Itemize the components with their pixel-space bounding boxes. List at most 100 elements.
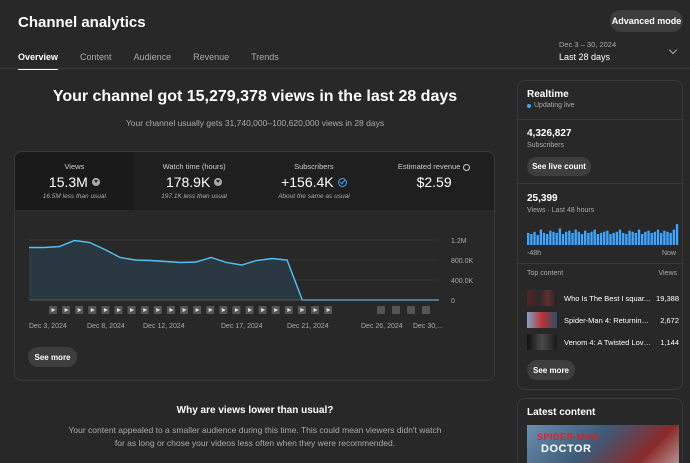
realtime-bar xyxy=(549,230,552,245)
y-tick-label: 1.2M xyxy=(451,238,467,245)
divider xyxy=(518,263,682,264)
realtime-bar xyxy=(656,229,660,245)
top-content-label: Top content xyxy=(527,270,564,277)
date-range-selector[interactable]: Dec 3 – 30, 2024 Last 28 days xyxy=(559,40,616,62)
realtime-views-count: 25,399 xyxy=(527,193,558,204)
realtime-bar xyxy=(593,229,596,245)
metric-subscribers[interactable]: Subscribers +156.4K About the same as us… xyxy=(254,152,375,210)
metric-revenue[interactable]: Estimated revenue $2.59 xyxy=(374,152,494,210)
page-title: Channel analytics xyxy=(18,14,146,31)
latest-video-thumbnail[interactable]: SPIDER-MAN DOCTOR xyxy=(527,425,679,463)
realtime-bar xyxy=(663,230,666,245)
video-title: Venom 4: A Twisted Love... xyxy=(564,338,652,347)
realtime-bar xyxy=(571,232,574,245)
realtime-bar xyxy=(606,230,609,245)
realtime-bar xyxy=(650,232,653,245)
advanced-mode-button[interactable]: Advanced mode xyxy=(610,10,683,32)
tab-divider xyxy=(0,68,690,69)
realtime-title: Realtime xyxy=(527,89,569,100)
top-content-row[interactable]: Who Is The Best I squar... 19,388 xyxy=(527,290,679,306)
short-marker-icon[interactable] xyxy=(407,306,415,314)
realtime-bar xyxy=(625,234,628,245)
realtime-bar xyxy=(539,229,543,245)
metric-value: 15.3M xyxy=(48,174,88,190)
x-tick-label: Dec 30,... xyxy=(413,323,443,330)
video-title: Spider-Man 4: Returning ... xyxy=(564,316,652,325)
video-thumbnail xyxy=(527,290,557,306)
arrow-down-icon xyxy=(214,178,223,186)
video-title: Who Is The Best I squar... xyxy=(564,294,651,303)
metric-tabs: Views 15.3M 16.5M less than usual Watch … xyxy=(15,152,494,210)
realtime-bar-chart xyxy=(527,224,679,245)
realtime-bar xyxy=(660,232,663,245)
realtime-bar xyxy=(599,232,603,245)
realtime-bar xyxy=(587,232,590,245)
realtime-bar xyxy=(596,234,600,245)
metric-note: 16.5M less than usual xyxy=(42,193,106,200)
realtime-views-label: Views · Last 48 hours xyxy=(527,207,595,214)
realtime-bar xyxy=(568,230,571,245)
short-marker-icon[interactable] xyxy=(422,306,430,314)
chevron-down-icon[interactable] xyxy=(668,45,678,55)
metric-note: About the same as usual xyxy=(278,193,350,200)
realtime-bar xyxy=(552,231,555,245)
realtime-bar xyxy=(669,232,672,245)
realtime-bar xyxy=(672,229,676,245)
realtime-bar xyxy=(584,230,587,245)
video-thumbnail xyxy=(527,334,557,350)
realtime-bar xyxy=(577,231,581,245)
realtime-bar xyxy=(675,224,679,245)
x-tick-label: Dec 3, 2024 xyxy=(29,323,67,330)
see-live-count-button[interactable]: See live count xyxy=(527,157,591,176)
metric-views[interactable]: Views 15.3M 16.5M less than usual xyxy=(15,152,135,210)
top-content-header: Top content Views xyxy=(527,270,677,277)
realtime-bar xyxy=(637,229,641,245)
top-content-row[interactable]: Venom 4: A Twisted Love... 1,144 xyxy=(527,334,679,350)
latest-content-card: Latest content SPIDER-MAN DOCTOR xyxy=(517,398,683,463)
divider xyxy=(518,119,682,120)
realtime-bar xyxy=(603,231,606,245)
see-more-button[interactable]: See more xyxy=(28,347,77,367)
short-marker-icon[interactable] xyxy=(377,306,385,314)
metric-watch-time[interactable]: Watch time (hours) 178.9K 197.1K less th… xyxy=(134,152,255,210)
realtime-bar xyxy=(561,234,565,245)
metric-label: Watch time (hours) xyxy=(162,162,226,171)
realtime-bar xyxy=(628,230,631,245)
realtime-bar xyxy=(590,231,593,245)
short-marker-icon[interactable] xyxy=(392,306,400,314)
top-content-row[interactable]: Spider-Man 4: Returning ... 2,672 xyxy=(527,312,679,328)
video-views: 1,144 xyxy=(660,338,679,347)
top-bar: Channel analytics Advanced mode Overview… xyxy=(0,0,690,72)
video-views: 19,388 xyxy=(656,294,679,303)
y-tick-label: 400.0K xyxy=(451,278,474,285)
realtime-bar xyxy=(574,229,577,245)
latest-content-title: Latest content xyxy=(527,407,596,418)
video-views: 2,672 xyxy=(660,316,679,325)
live-status-text: Updating live xyxy=(534,102,575,109)
realtime-bar xyxy=(555,232,558,245)
realtime-bar xyxy=(644,231,647,245)
live-status: Updating live xyxy=(527,102,574,109)
realtime-bar xyxy=(609,234,612,245)
realtime-see-more-button[interactable]: See more xyxy=(527,360,575,380)
subscriber-label: Subscribers xyxy=(527,142,564,149)
y-tick-label: 800.0K xyxy=(451,258,474,265)
check-circle-icon xyxy=(337,177,347,187)
realtime-bar xyxy=(536,235,539,245)
x-tick-label: Dec 26, 2024 xyxy=(361,323,403,330)
live-dot-icon xyxy=(527,103,531,108)
thumbnail-text: SPIDER-MAN xyxy=(537,432,600,442)
realtime-bar xyxy=(546,234,549,245)
overview-card: Views 15.3M 16.5M less than usual Watch … xyxy=(14,151,495,381)
realtime-bar xyxy=(530,234,533,245)
realtime-bar xyxy=(527,232,530,245)
metric-value: $2.59 xyxy=(416,174,452,190)
date-range-text: Dec 3 – 30, 2024 xyxy=(559,40,617,49)
realtime-card: Realtime Updating live 4,326,827 Subscri… xyxy=(517,80,683,390)
video-thumbnail xyxy=(527,312,557,328)
axis-start-label: -48h xyxy=(527,250,542,257)
metric-value: 178.9K xyxy=(165,174,211,190)
realtime-bar xyxy=(634,232,638,245)
arrow-down-icon xyxy=(91,178,100,186)
realtime-bar xyxy=(641,234,644,245)
